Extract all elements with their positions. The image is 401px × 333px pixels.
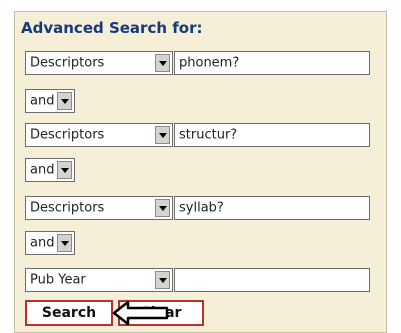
dropdown-arrow-icon[interactable] (57, 92, 72, 110)
operator-select-2-value: and (30, 162, 55, 178)
field-select-1-value: Descriptors (30, 55, 105, 71)
dropdown-arrow-icon[interactable] (155, 271, 170, 289)
panel-title: Advanced Search for: (21, 19, 203, 37)
field-select-1[interactable]: Descriptors (25, 51, 173, 75)
dropdown-arrow-icon[interactable] (155, 54, 170, 72)
search-term-2-value: structur? (179, 127, 238, 143)
dropdown-arrow-icon[interactable] (155, 199, 170, 217)
field-select-2-value: Descriptors (30, 127, 105, 143)
search-term-input-3[interactable]: syllab? (174, 196, 370, 220)
dropdown-arrow-icon[interactable] (57, 234, 72, 252)
operator-select-1[interactable]: and (25, 89, 75, 113)
search-term-input-2[interactable]: structur? (174, 123, 370, 147)
field-select-3[interactable]: Descriptors (25, 196, 173, 220)
field-select-4[interactable]: Pub Year (25, 268, 173, 292)
advanced-search-panel: Advanced Search for: Descriptors phonem?… (14, 11, 387, 333)
search-term-input-1[interactable]: phonem? (174, 51, 370, 75)
operator-select-3[interactable]: and (25, 231, 75, 255)
operator-select-2[interactable]: and (25, 158, 75, 182)
operator-select-1-value: and (30, 93, 55, 109)
search-button[interactable]: Search (25, 300, 113, 326)
search-term-1-value: phonem? (179, 55, 240, 71)
search-term-input-4[interactable] (174, 268, 370, 292)
operator-select-3-value: and (30, 235, 55, 251)
left-arrow-icon (112, 300, 169, 326)
dropdown-arrow-icon[interactable] (57, 161, 72, 179)
field-select-2[interactable]: Descriptors (25, 123, 173, 147)
field-select-4-value: Pub Year (30, 272, 86, 288)
field-select-3-value: Descriptors (30, 200, 105, 216)
dropdown-arrow-icon[interactable] (155, 126, 170, 144)
search-term-3-value: syllab? (179, 200, 224, 216)
